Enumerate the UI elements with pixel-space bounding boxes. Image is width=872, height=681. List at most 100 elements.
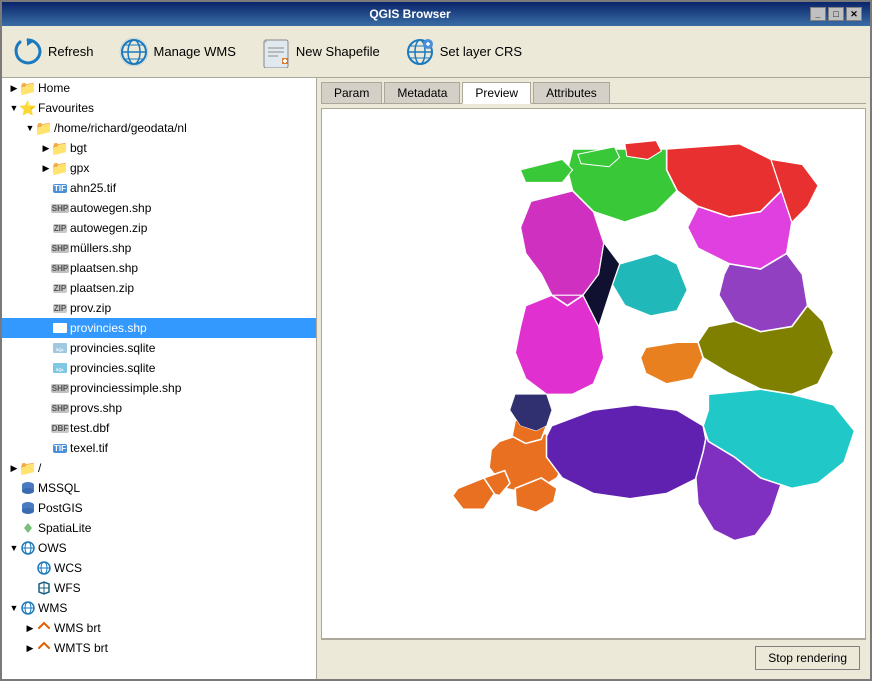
stop-rendering-button[interactable]: Stop rendering xyxy=(755,646,860,670)
shp-icon-provinciessimple: SHP xyxy=(52,380,68,396)
wmts-brt-icon xyxy=(36,640,52,656)
sidebar-item-favourites[interactable]: ▼ ⭐ Favourites xyxy=(2,98,316,118)
sidebar-item-spatialite[interactable]: ▶ SpatiaLite xyxy=(2,518,316,538)
sidebar-item-wms[interactable]: ▼ WMS xyxy=(2,598,316,618)
expand-bgt[interactable]: ▶ xyxy=(40,142,52,154)
plaatsen-shp-label: plaatsen.shp xyxy=(70,261,138,275)
sidebar-item-wmts-brt[interactable]: ▶ WMTS brt xyxy=(2,638,316,658)
bgt-label: bgt xyxy=(70,141,87,155)
plaatsen-zip-label: plaatsen.zip xyxy=(70,281,134,295)
postgis-icon xyxy=(20,500,36,516)
sidebar-item-postgis[interactable]: ▶ PostGIS xyxy=(2,498,316,518)
bottom-bar: Stop rendering xyxy=(321,639,866,675)
sidebar-item-provinciessimple[interactable]: SHP provinciessimple.shp xyxy=(2,378,316,398)
expand-wms[interactable]: ▼ xyxy=(8,602,20,614)
sidebar-item-wfs[interactable]: ▶ WFS xyxy=(2,578,316,598)
expand-wmts-brt[interactable]: ▶ xyxy=(24,642,36,654)
texel-tif-label: texel.tif xyxy=(70,441,108,455)
provincies-shp-label: provincies.shp xyxy=(70,321,147,335)
postgis-label: PostGIS xyxy=(38,501,83,515)
sidebar-item-mullers[interactable]: SHP müllers.shp xyxy=(2,238,316,258)
favourites-label: Favourites xyxy=(38,101,94,115)
sidebar-item-wcs[interactable]: ▶ WCS xyxy=(2,558,316,578)
sidebar-item-geodata-nl[interactable]: ▼ 📁 /home/richard/geodata/nl xyxy=(2,118,316,138)
provincies-sqlite1-label: provincies.sqlite xyxy=(70,341,155,355)
sidebar-item-provincies-sqlite2[interactable]: SQL provincies.sqlite xyxy=(2,358,316,378)
sidebar-item-test-dbf[interactable]: DBF test.dbf xyxy=(2,418,316,438)
gpx-label: gpx xyxy=(70,161,89,175)
dbf-icon: DBF xyxy=(52,420,68,436)
mullers-label: müllers.shp xyxy=(70,241,131,255)
ows-icon xyxy=(20,540,36,556)
prov-zip-label: prov.zip xyxy=(70,301,111,315)
expand-ows[interactable]: ▼ xyxy=(8,542,20,554)
sidebar-item-texel-tif[interactable]: TIF texel.tif xyxy=(2,438,316,458)
sidebar-item-gpx[interactable]: ▶ 📁 gpx xyxy=(2,158,316,178)
tab-bar: Param Metadata Preview Attributes xyxy=(321,82,866,104)
provs-shp-label: provs.shp xyxy=(70,401,122,415)
shp-icon-provincies: SHP xyxy=(52,320,68,336)
main-window: QGIS Browser _ □ ✕ Refresh xyxy=(0,0,872,681)
folder-icon-root: 📁 xyxy=(20,460,36,476)
maximize-button[interactable]: □ xyxy=(828,7,844,21)
expand-root[interactable]: ▶ xyxy=(8,462,20,474)
sidebar-item-autowegen-shp[interactable]: SHP autowegen.shp xyxy=(2,198,316,218)
manage-wms-button[interactable]: Manage WMS xyxy=(114,34,240,70)
main-panel: Param Metadata Preview Attributes xyxy=(317,78,870,679)
sidebar-item-mssql[interactable]: ▶ MSSQL xyxy=(2,478,316,498)
wms-brt-label: WMS brt xyxy=(54,621,101,635)
tab-param[interactable]: Param xyxy=(321,82,382,103)
sidebar-item-root[interactable]: ▶ 📁 / xyxy=(2,458,316,478)
folder-icon-bgt: 📁 xyxy=(52,140,68,156)
refresh-label: Refresh xyxy=(48,44,94,59)
sidebar-item-bgt[interactable]: ▶ 📁 bgt xyxy=(2,138,316,158)
window-title: QGIS Browser xyxy=(10,7,810,21)
wcs-label: WCS xyxy=(54,561,82,575)
sidebar-item-ows[interactable]: ▼ OWS xyxy=(2,538,316,558)
shp-icon-autowegen: SHP xyxy=(52,200,68,216)
expand-wms-brt[interactable]: ▶ xyxy=(24,622,36,634)
expand-geodata-nl[interactable]: ▼ xyxy=(24,122,36,134)
test-dbf-label: test.dbf xyxy=(70,421,109,435)
provincies-sqlite2-label: provincies.sqlite xyxy=(70,361,155,375)
geodata-nl-label: /home/richard/geodata/nl xyxy=(54,121,187,135)
mssql-icon xyxy=(20,480,36,496)
set-layer-crs-button[interactable]: Set layer CRS xyxy=(400,34,526,70)
svg-text:SHP: SHP xyxy=(55,327,66,333)
sidebar-item-wms-brt[interactable]: ▶ WMS brt xyxy=(2,618,316,638)
sidebar-item-home[interactable]: ▶ 📁 Home xyxy=(2,78,316,98)
expand-home[interactable]: ▶ xyxy=(8,82,20,94)
expand-favourites[interactable]: ▼ xyxy=(8,102,20,114)
new-shapefile-button[interactable]: New Shapefile xyxy=(256,34,384,70)
set-layer-crs-label: Set layer CRS xyxy=(440,44,522,59)
svg-text:SQL: SQL xyxy=(56,367,65,372)
sidebar-item-provs-shp[interactable]: SHP provs.shp xyxy=(2,398,316,418)
sqlite-icon-1: SQL xyxy=(52,340,68,356)
wms-brt-icon xyxy=(36,620,52,636)
shp-icon-mullers: SHP xyxy=(52,240,68,256)
provinciessimple-label: provinciessimple.shp xyxy=(70,381,181,395)
sidebar-item-prov-zip[interactable]: ZIP prov.zip xyxy=(2,298,316,318)
mssql-label: MSSQL xyxy=(38,481,80,495)
close-button[interactable]: ✕ xyxy=(846,7,862,21)
sidebar-item-plaatsen-shp[interactable]: SHP plaatsen.shp xyxy=(2,258,316,278)
minimize-button[interactable]: _ xyxy=(810,7,826,21)
sidebar-item-provincies-shp[interactable]: SHP provincies.shp xyxy=(2,318,316,338)
crs-icon xyxy=(404,36,436,68)
refresh-button[interactable]: Refresh xyxy=(8,34,98,70)
map-preview xyxy=(321,108,866,639)
sidebar-item-provincies-sqlite1[interactable]: SQL provincies.sqlite xyxy=(2,338,316,358)
file-tree-sidebar: ▶ 📁 Home ▼ ⭐ Favourites ▼ 📁 /home/richar… xyxy=(2,78,317,679)
tab-preview[interactable]: Preview xyxy=(462,82,531,104)
sidebar-item-ahn25[interactable]: TIF ahn25.tif xyxy=(2,178,316,198)
tab-attributes[interactable]: Attributes xyxy=(533,82,610,103)
sidebar-item-plaatsen-zip[interactable]: ZIP plaatsen.zip xyxy=(2,278,316,298)
folder-icon-gpx: 📁 xyxy=(52,160,68,176)
zip-icon-plaatsen: ZIP xyxy=(52,280,68,296)
spatialite-label: SpatiaLite xyxy=(38,521,91,535)
sidebar-item-autowegen-zip[interactable]: ZIP autowegen.zip xyxy=(2,218,316,238)
wfs-label: WFS xyxy=(54,581,81,595)
expand-gpx[interactable]: ▶ xyxy=(40,162,52,174)
refresh-icon xyxy=(12,36,44,68)
tab-metadata[interactable]: Metadata xyxy=(384,82,460,103)
